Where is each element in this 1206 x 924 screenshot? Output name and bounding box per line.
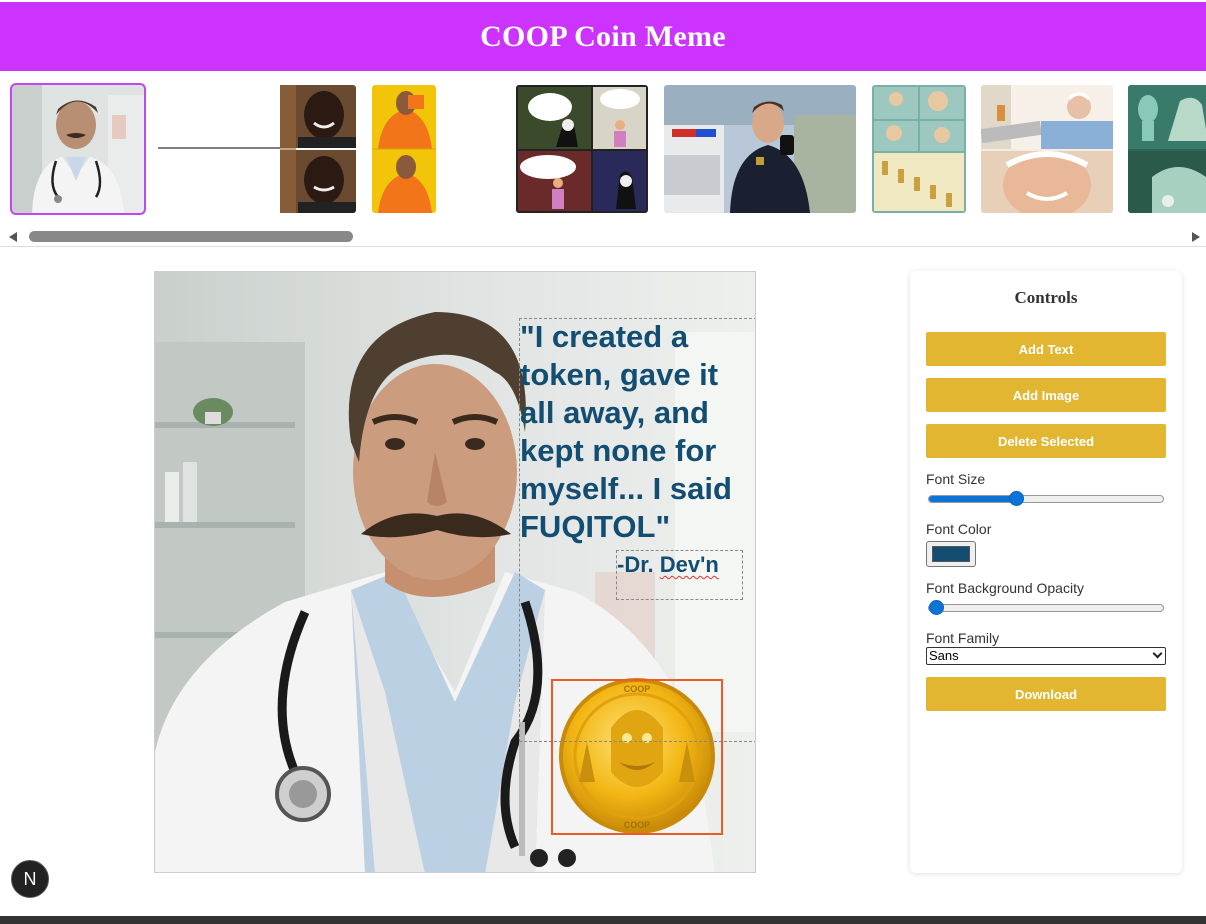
template-thumb-squidward[interactable] xyxy=(1128,85,1206,213)
font-color-label: Font Color xyxy=(926,521,992,537)
font-size-slider[interactable] xyxy=(928,491,1164,506)
scroll-right-arrow-icon[interactable] xyxy=(1192,232,1200,242)
dev-tools-badge-icon[interactable]: N xyxy=(11,860,49,898)
template-gallery xyxy=(0,71,1206,247)
controls-panel: Controls Add Text Add Image Delete Selec… xyxy=(910,271,1182,873)
app-title: COOP Coin Meme xyxy=(480,19,726,53)
font-color-swatch xyxy=(932,546,970,562)
meme-canvas[interactable]: COOP COOP "I created a token, gave it al… xyxy=(154,271,756,873)
font-size-label: Font Size xyxy=(926,471,986,487)
template-thumb-brain[interactable] xyxy=(872,85,966,213)
scrollbar-thumb[interactable] xyxy=(29,231,353,242)
doctor-thumbnail-icon xyxy=(12,85,144,213)
delete-selected-button[interactable]: Delete Selected xyxy=(926,424,1166,458)
template-thumb-police[interactable] xyxy=(664,85,856,213)
quote-text[interactable]: "I created a token, gave it all away, an… xyxy=(520,318,755,546)
author-text[interactable]: -Dr. Dev'n xyxy=(617,552,719,578)
author-name: Dev'n xyxy=(659,552,719,577)
template-thumb-comic[interactable] xyxy=(516,85,648,213)
squidward-thumbnail-icon xyxy=(1128,85,1206,213)
author-prefix: -Dr. xyxy=(617,552,660,577)
bottom-bar xyxy=(0,916,1206,924)
reaction-meme-thumbnail-icon xyxy=(158,85,356,213)
coin-image-selection-box[interactable] xyxy=(551,679,723,835)
download-button[interactable]: Download xyxy=(926,677,1166,711)
controls-title: Controls xyxy=(1014,288,1078,307)
add-text-button[interactable]: Add Text xyxy=(926,332,1166,366)
template-thumb-reaction[interactable] xyxy=(158,85,356,213)
app-header: COOP Coin Meme xyxy=(0,2,1206,71)
font-bg-opacity-label: Font Background Opacity xyxy=(926,580,1084,596)
scroll-left-arrow-icon[interactable] xyxy=(9,232,17,242)
template-thumb-hide-pain[interactable] xyxy=(981,85,1113,213)
hide-the-pain-thumbnail-icon xyxy=(981,85,1113,213)
template-thumb-doctor[interactable] xyxy=(10,83,146,215)
font-color-picker[interactable] xyxy=(926,541,976,567)
font-bg-opacity-slider-knob[interactable] xyxy=(929,600,944,615)
font-size-slider-fill xyxy=(929,496,1017,502)
font-family-label: Font Family xyxy=(926,630,1000,646)
font-size-slider-knob[interactable] xyxy=(1009,491,1024,506)
font-family-select[interactable]: Sans xyxy=(926,647,1166,665)
police-officer-thumbnail-icon xyxy=(664,85,856,213)
font-bg-opacity-slider[interactable] xyxy=(928,600,1164,615)
horizontal-scrollbar[interactable] xyxy=(0,228,1206,246)
grim-reaper-comic-thumbnail-icon xyxy=(516,85,648,213)
template-thumb-drake[interactable] xyxy=(372,85,436,213)
font-family-selected-value: Sans xyxy=(929,648,959,663)
chevron-down-icon xyxy=(1152,648,1163,659)
add-image-button[interactable]: Add Image xyxy=(926,378,1166,412)
drake-meme-thumbnail-icon xyxy=(372,85,436,213)
brain-comic-thumbnail-icon xyxy=(872,85,966,213)
